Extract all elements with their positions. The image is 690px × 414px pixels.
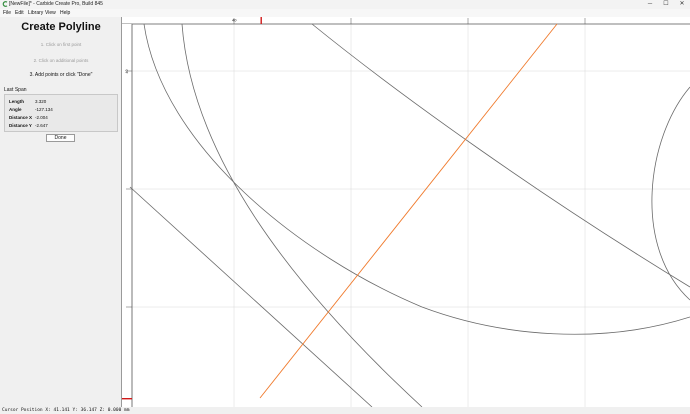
span-row-distance-y: Distance Y -2.647 xyxy=(9,123,109,129)
canvas-drawing[interactable]: 40 40 xyxy=(122,17,690,407)
large-arc[interactable] xyxy=(143,23,690,335)
done-button[interactable]: Done xyxy=(46,134,75,142)
orange-polyline[interactable] xyxy=(259,23,558,399)
menu-library[interactable]: Library xyxy=(28,10,43,16)
cursor-x: 41.141 xyxy=(53,408,70,413)
canvas-geometry xyxy=(129,23,690,407)
diagonal-line[interactable] xyxy=(129,186,373,407)
span-key: Distance Y xyxy=(9,123,32,128)
top-ruler-label: 40 xyxy=(232,18,237,23)
span-row-distance-x: Distance X -2.004 xyxy=(9,115,109,121)
units: mm xyxy=(124,408,130,413)
last-span-table: Length 3.320 Angle -127.134 Distance X -… xyxy=(4,94,118,132)
status-bar: Cursor Position X: 41.141 Y: 36.147 Z: 0… xyxy=(0,407,690,414)
cursor-position-label: Cursor Position xyxy=(2,408,43,413)
left-ruler-cursor-marker xyxy=(122,398,132,400)
app-window: [NewFile]* - Carbide Create Pro, Build 8… xyxy=(0,0,690,414)
left-ruler[interactable] xyxy=(122,24,132,407)
carbide-create-icon xyxy=(2,1,8,7)
canvas-grid xyxy=(132,24,690,407)
span-key: Angle xyxy=(9,107,22,112)
window-title: [NewFile]* - Carbide Create Pro, Build 8… xyxy=(9,1,103,7)
span-value: -2.004 xyxy=(35,115,48,120)
step-3-instruction: 3. Add points or click "Done" xyxy=(29,72,93,78)
menu-edit[interactable]: Edit xyxy=(15,10,24,16)
span-row-angle: Angle -127.134 xyxy=(9,107,109,113)
menu-bar: File Edit Library View Help xyxy=(0,9,690,17)
menu-view[interactable]: View xyxy=(45,10,56,16)
right-circle-arc[interactable] xyxy=(651,86,690,301)
upper-right-arc[interactable] xyxy=(311,23,690,288)
step-1-instruction: 1. Click on first point xyxy=(40,42,82,47)
menu-file[interactable]: File xyxy=(3,10,11,16)
z-prefix: Z: xyxy=(99,408,108,413)
span-value: 3.320 xyxy=(35,99,47,104)
cursor-y: 36.147 xyxy=(80,408,97,413)
title-bar: [NewFile]* - Carbide Create Pro, Build 8… xyxy=(0,0,690,9)
last-span-heading: Last Span xyxy=(4,87,27,93)
cursor-z: 0.000 xyxy=(107,408,122,413)
step-2-instruction: 2. Click on additional points xyxy=(33,58,89,63)
close-icon[interactable]: ✕ xyxy=(674,0,690,9)
maximize-icon[interactable]: ☐ xyxy=(658,0,674,9)
span-row-length: Length 3.320 xyxy=(9,99,109,105)
top-ruler-cursor-marker xyxy=(260,17,262,24)
minimize-icon[interactable]: ─ xyxy=(642,0,658,9)
panel-title: Create Polyline xyxy=(21,21,101,33)
span-value: -127.134 xyxy=(35,107,53,112)
design-canvas[interactable]: 40 40 xyxy=(122,17,690,407)
x-prefix: X: xyxy=(45,408,54,413)
tool-panel: Create Polyline 1. Click on first point … xyxy=(0,17,122,407)
span-key: Length xyxy=(9,99,24,104)
y-prefix: Y: xyxy=(72,408,81,413)
menu-help[interactable]: Help xyxy=(60,10,70,16)
left-ruler-label: 40 xyxy=(125,70,129,74)
top-ruler[interactable] xyxy=(122,17,690,24)
span-key: Distance X xyxy=(9,115,33,120)
span-value: -2.647 xyxy=(35,123,48,128)
